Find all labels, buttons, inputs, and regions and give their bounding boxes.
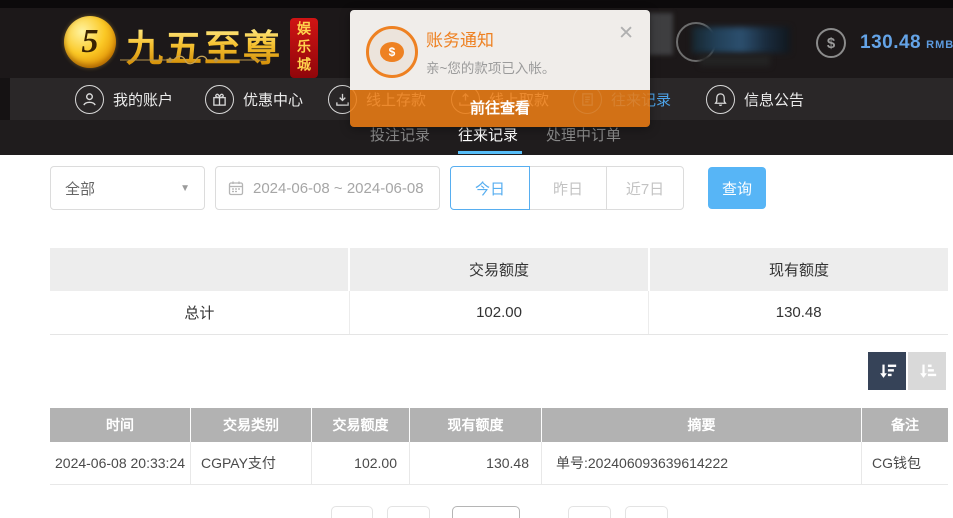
summary-header-cell: 交易额度 bbox=[350, 248, 650, 291]
pagination-button[interactable] bbox=[568, 506, 611, 518]
go-view-button[interactable]: 前往查看 bbox=[350, 90, 650, 127]
nav-label: 信息公告 bbox=[744, 91, 805, 109]
quick-range-group: 今日 昨日 近7日 bbox=[450, 166, 684, 210]
record-time: 2024-06-08 20:33:24 bbox=[50, 442, 191, 484]
today-button[interactable]: 今日 bbox=[450, 166, 530, 210]
summary-total-row: 总计 102.00 130.48 bbox=[50, 291, 949, 335]
pagination-button[interactable] bbox=[625, 506, 668, 518]
summary-header-cell bbox=[50, 248, 350, 291]
redacted-user-block bbox=[648, 13, 673, 55]
redacted-username bbox=[692, 27, 790, 53]
dollar-circle-icon: $ bbox=[816, 28, 846, 58]
page: 5 九五至尊 娱乐城 $ 130.48 RMB 我的账户 优惠中心 信息公告 投… bbox=[0, 0, 953, 518]
record-amount: 102.00 bbox=[312, 442, 410, 484]
date-range-input[interactable]: 2024-06-08 ~ 2024-06-08 bbox=[215, 166, 440, 210]
chevron-down-icon: ▼ bbox=[180, 182, 190, 194]
record-note: CG钱包 bbox=[872, 455, 921, 471]
summary-header-cell: 现有额度 bbox=[650, 248, 948, 291]
gift-icon bbox=[205, 84, 234, 114]
query-button[interactable]: 查询 bbox=[708, 167, 766, 209]
dollar-glyph: $ bbox=[826, 34, 836, 52]
last7days-button[interactable]: 近7日 bbox=[606, 166, 684, 210]
records-header-balance: 现有额度 bbox=[410, 408, 542, 442]
notification-body: $ 账务通知 亲~您的款项已入帐。 ✕ bbox=[350, 10, 650, 90]
nav-left-strip bbox=[0, 78, 10, 120]
site-logo[interactable]: 5 九五至尊 娱乐城 bbox=[64, 10, 318, 78]
nav-label: 我的账户 bbox=[113, 91, 174, 109]
close-icon[interactable]: ✕ bbox=[618, 24, 634, 43]
user-icon bbox=[75, 84, 104, 114]
record-summary: 单号:202406093639614222 bbox=[542, 442, 862, 484]
active-tab-underline bbox=[458, 151, 522, 154]
sort-descending-icon[interactable] bbox=[868, 352, 906, 390]
summary-total-label: 总计 bbox=[50, 291, 350, 334]
record-type: CGPAY支付 bbox=[191, 442, 312, 484]
table-row: 2024-06-08 20:33:24 CGPAY支付 102.00 130.4… bbox=[50, 442, 948, 485]
summary-transaction-amount: 102.00 bbox=[349, 291, 650, 334]
records-header-summary: 摘要 bbox=[542, 408, 862, 442]
pagination-button[interactable] bbox=[387, 506, 430, 518]
nav-item-promotions[interactable]: 优惠中心 bbox=[205, 78, 303, 120]
calendar-icon bbox=[228, 180, 244, 196]
balance-amount: 130.48 bbox=[860, 32, 922, 53]
logo-badge: 娱乐城 bbox=[290, 18, 318, 78]
notification-popup: $ 账务通知 亲~您的款项已入帐。 ✕ 前往查看 bbox=[350, 10, 650, 127]
notification-title: 账务通知 bbox=[426, 31, 494, 50]
balance-currency: RMB bbox=[926, 39, 953, 51]
pagination-button[interactable] bbox=[331, 506, 373, 518]
records-header-row: 时间 交易类别 交易额度 现有额度 摘要 备注 bbox=[50, 408, 948, 442]
bell-icon bbox=[706, 84, 735, 114]
nav-label: 优惠中心 bbox=[243, 91, 304, 109]
sort-ascending-icon[interactable] bbox=[908, 352, 946, 390]
records-header-note: 备注 bbox=[862, 408, 948, 442]
summary-current-amount: 130.48 bbox=[649, 291, 949, 334]
notification-message: 亲~您的款项已入帐。 bbox=[426, 61, 556, 76]
records-header-time: 时间 bbox=[50, 408, 191, 442]
redacted-user-subtext bbox=[700, 55, 770, 66]
date-range-value: 2024-06-08 ~ 2024-06-08 bbox=[253, 179, 424, 197]
records-header-type: 交易类别 bbox=[191, 408, 312, 442]
logo-flourish-icon bbox=[120, 55, 266, 65]
logo-monogram: 5 bbox=[81, 23, 99, 60]
bubble-dollar-glyph: $ bbox=[388, 45, 396, 59]
nav-item-my-account[interactable]: 我的账户 bbox=[75, 78, 173, 120]
pagination-current-page[interactable] bbox=[452, 506, 520, 518]
summary-header-row: 交易额度 现有额度 bbox=[50, 248, 948, 291]
wallet-balance: $ 130.48 RMB bbox=[816, 28, 953, 58]
nav-item-announcements[interactable]: 信息公告 bbox=[706, 78, 804, 120]
records-table: 时间 交易类别 交易额度 现有额度 摘要 备注 2024-06-08 20:33… bbox=[50, 408, 948, 485]
yesterday-button[interactable]: 昨日 bbox=[529, 166, 607, 210]
sort-controls bbox=[868, 352, 946, 390]
record-balance: 130.48 bbox=[410, 442, 542, 484]
type-select-value: 全部 bbox=[65, 180, 96, 198]
logo-coin-icon: 5 bbox=[64, 16, 116, 68]
summary-table: 交易额度 现有额度 总计 102.00 130.48 bbox=[50, 248, 949, 335]
records-header-amount: 交易额度 bbox=[312, 408, 410, 442]
type-select[interactable]: 全部 ▼ bbox=[50, 166, 205, 210]
top-strip bbox=[0, 0, 953, 8]
money-chat-icon: $ bbox=[366, 26, 418, 78]
